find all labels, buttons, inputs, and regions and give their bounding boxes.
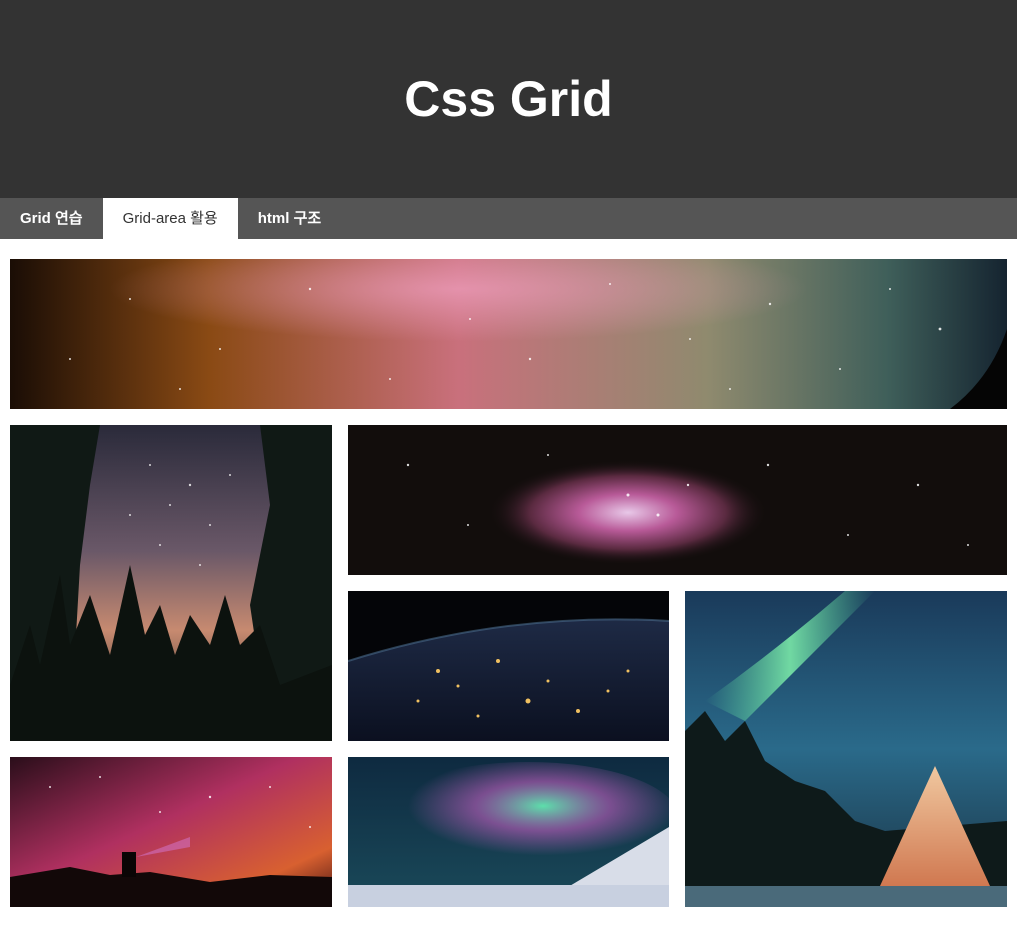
page-title: Css Grid	[404, 71, 613, 127]
earth-city-lights-image	[348, 591, 669, 741]
orion-nebula-image	[348, 425, 1007, 575]
aurora-teepee-image	[685, 591, 1007, 907]
milky-way-panorama-image	[10, 259, 1007, 409]
gallery-image-earth-city-lights	[348, 591, 669, 741]
tab-grid-area[interactable]: Grid-area 활용	[102, 198, 238, 239]
tab-nav: Grid 연습 Grid-area 활용 html 구조	[0, 198, 1017, 239]
aurora-snowfield-image	[348, 757, 669, 907]
site-header: Css Grid	[0, 0, 1017, 198]
forest-starry-sky-image	[10, 425, 332, 741]
gallery-image-milky-way-panorama	[10, 259, 1007, 409]
gallery-image-forest-starry-sky	[10, 425, 332, 741]
gallery-image-orion-nebula	[348, 425, 1007, 575]
gallery-image-milky-way-headlamp	[10, 757, 332, 907]
tab-html-structure[interactable]: html 구조	[238, 198, 341, 239]
tab-grid-practice[interactable]: Grid 연습	[0, 198, 103, 239]
milky-way-headlamp-image	[10, 757, 332, 907]
gallery-image-aurora-snowfield	[348, 757, 669, 907]
gallery-image-aurora-teepee	[685, 591, 1007, 907]
